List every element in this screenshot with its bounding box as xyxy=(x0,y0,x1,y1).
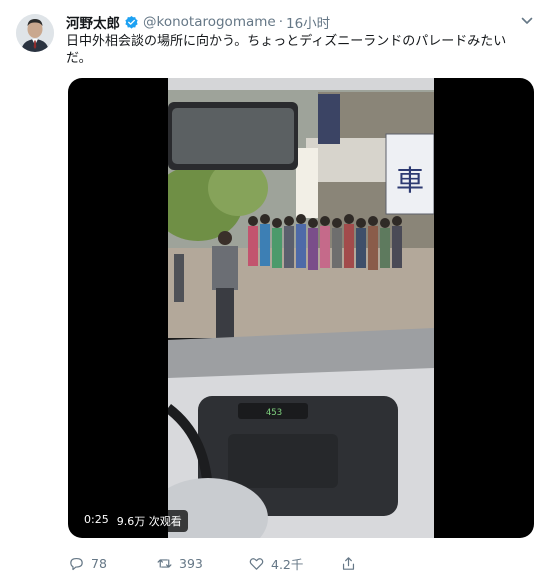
handle[interactable]: @konotarogomame xyxy=(143,14,276,30)
video-duration: 0:25 xyxy=(84,513,109,526)
reply-icon xyxy=(70,557,83,570)
tweet-card: 河野太郎 @konotarogomame · 16小时 日中外相会談の場所に向か… xyxy=(0,0,550,578)
video-frame: 車 453 xyxy=(168,78,434,538)
sign-text: 車 xyxy=(396,164,424,197)
share-icon xyxy=(342,556,355,570)
like-icon xyxy=(249,557,264,570)
tweet-header: 河野太郎 @konotarogomame · 16小时 xyxy=(66,12,520,32)
timestamp[interactable]: 16小时 xyxy=(286,12,330,32)
display-name[interactable]: 河野太郎 xyxy=(66,12,120,32)
share-button[interactable] xyxy=(340,552,357,574)
action-bar: 78 393 4.2千 xyxy=(68,552,508,574)
separator-dot: · xyxy=(278,14,283,30)
chevron-down-icon[interactable] xyxy=(520,14,534,28)
video-player[interactable]: 車 453 0:25 9.6万 次观看 xyxy=(68,78,534,538)
like-button[interactable]: 4.2千 xyxy=(248,552,303,574)
tweet-text: 日中外相会談の場所に向かう。ちょっとディズニーランドのパレードみたいだ。 xyxy=(66,34,507,66)
retweet-count: 393 xyxy=(179,555,203,571)
avatar-image xyxy=(16,14,54,52)
verified-badge-icon xyxy=(125,15,138,29)
reply-button[interactable]: 78 xyxy=(68,552,107,574)
avatar[interactable] xyxy=(16,14,54,52)
like-count: 4.2千 xyxy=(271,556,304,572)
svg-text:453: 453 xyxy=(266,408,282,418)
video-info-badge: 0:25 9.6万 次观看 xyxy=(78,510,188,532)
retweet-icon xyxy=(157,558,172,568)
reply-count: 78 xyxy=(91,555,107,571)
video-views: 9.6万 次观看 xyxy=(116,515,182,528)
retweet-button[interactable]: 393 xyxy=(156,552,203,574)
